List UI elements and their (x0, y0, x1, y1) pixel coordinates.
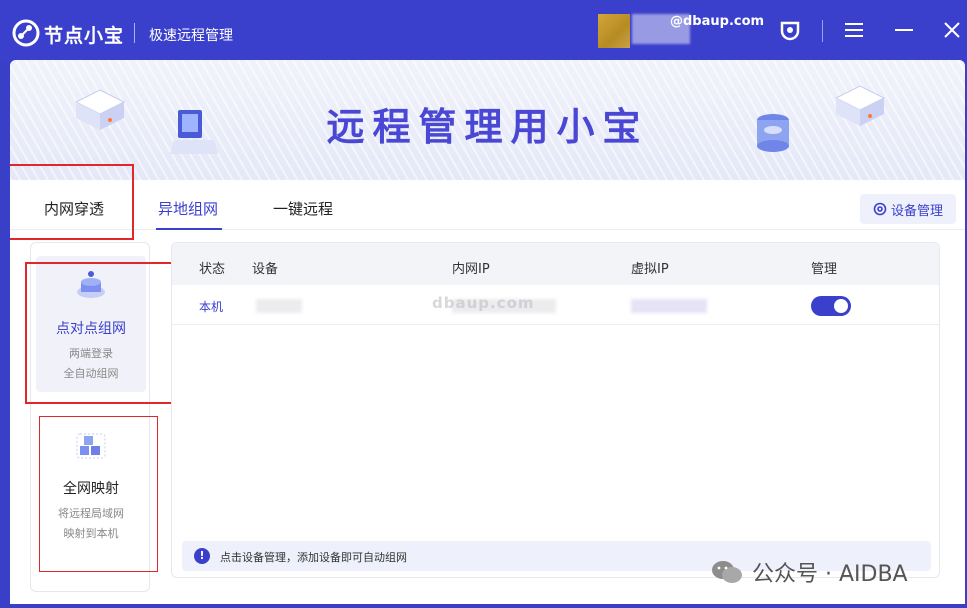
watermark-text: 公众号 · AIDBA (752, 562, 908, 587)
annotation-box (10, 164, 134, 240)
app-name: 节点小宝 (44, 25, 125, 47)
device-table-panel: 状态 设备 内网IP 虚拟IP 管理 本机 dbaup.com ! 点击设备管理… (171, 242, 940, 578)
account-email[interactable]: @dbaup.com (670, 14, 764, 29)
watermark-bottom: 公众号 · AIDBA (710, 556, 908, 588)
banner: 远程管理用小宝 (10, 60, 965, 180)
main-window: 远程管理用小宝 内网穿透 异地组网 一键远程 设备管理 点对点组网 两端登录 全… (10, 60, 965, 604)
brand-badge-icon[interactable] (776, 16, 804, 44)
title-divider (134, 23, 135, 43)
avatar[interactable] (598, 14, 630, 48)
close-icon[interactable] (938, 16, 966, 44)
tab-remote-networking[interactable]: 异地组网 (158, 198, 218, 219)
table-row[interactable]: 本机 dbaup.com (172, 285, 939, 325)
annotation-box (25, 262, 174, 404)
gear-icon (873, 202, 887, 216)
device-management-label: 设备管理 (890, 203, 943, 219)
info-icon: ! (194, 548, 210, 564)
tab-one-click-remote[interactable]: 一键远程 (273, 198, 333, 219)
active-tab-indicator (156, 228, 222, 230)
app-subtitle: 极速远程管理 (149, 28, 233, 44)
column-header-manage: 管理 (811, 262, 838, 277)
manage-toggle[interactable] (811, 296, 851, 316)
database-illustration-icon (757, 114, 789, 152)
minimize-icon[interactable] (890, 16, 918, 44)
title-bar: 节点小宝 极速远程管理 @dbaup.com (0, 0, 967, 62)
table-header: 状态 设备 内网IP 虚拟IP 管理 (172, 243, 939, 285)
banner-title: 远程管理用小宝 (326, 105, 649, 149)
annotation-box (39, 416, 158, 572)
wechat-icon (712, 561, 742, 583)
menu-icon[interactable] (840, 16, 868, 44)
virtual-ip-redacted (631, 299, 707, 313)
device-name-redacted (256, 299, 302, 313)
titlebar-divider (822, 20, 823, 42)
column-header-device: 设备 (252, 262, 279, 277)
server-illustration-icon (834, 85, 886, 126)
column-header-lan-ip: 内网IP (452, 262, 490, 277)
tip-text: 点击设备管理，添加设备即可自动组网 (220, 551, 407, 564)
column-header-virtual-ip: 虚拟IP (631, 262, 669, 277)
watermark: dbaup.com (432, 294, 535, 312)
tab-bar (10, 180, 965, 230)
column-header-status: 状态 (199, 262, 226, 277)
device-management-button[interactable]: 设备管理 (860, 194, 956, 224)
row-status: 本机 (199, 300, 224, 314)
logo-icon (12, 19, 40, 47)
